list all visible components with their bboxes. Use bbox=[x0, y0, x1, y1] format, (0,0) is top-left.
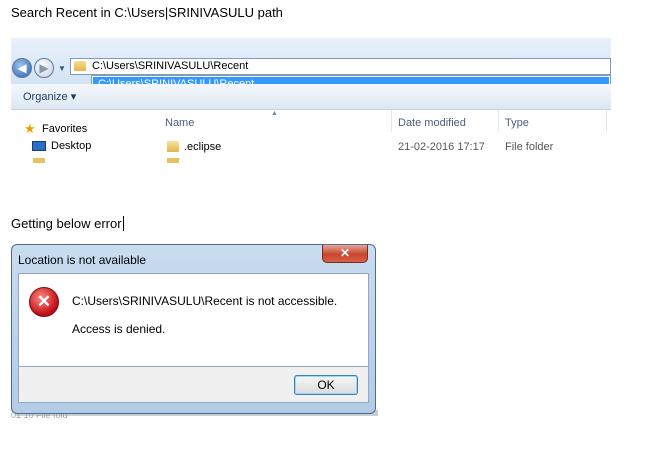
close-icon: ✕ bbox=[339, 246, 351, 260]
doc-line-error: Getting below error bbox=[11, 216, 124, 231]
text-cursor bbox=[122, 216, 124, 231]
doc-line-error-text: Getting below error bbox=[11, 216, 122, 231]
folder-icon bbox=[167, 141, 179, 152]
back-arrow-icon[interactable]: ◀ bbox=[12, 58, 32, 78]
column-divider[interactable] bbox=[498, 110, 499, 132]
forward-arrow-icon[interactable]: ▶ bbox=[34, 58, 54, 78]
column-header-name[interactable]: Name bbox=[165, 117, 194, 129]
error-message: C:\Users\SRINIVASULU\Recent is not acces… bbox=[72, 294, 338, 308]
nav-item-favorites[interactable]: Favorites bbox=[42, 123, 87, 135]
dialog-title: Location is not available bbox=[18, 253, 147, 267]
address-input[interactable]: C:\Users\SRINIVASULU\Recent bbox=[92, 60, 248, 72]
explorer-window-screenshot: ◀ ▶ ▼ C:\Users\SRINIVASULU\Recent C:\Use… bbox=[11, 38, 611, 163]
folder-icon bbox=[167, 158, 179, 163]
error-icon: ✕ bbox=[29, 287, 59, 317]
error-dialog-screenshot: 01 10 File fold Location is not availabl… bbox=[11, 244, 380, 419]
sort-arrow-icon: ▲ bbox=[271, 110, 278, 117]
error-dialog: Location is not available ✕ ✕ C:\Users\S… bbox=[11, 244, 376, 414]
nav-item-desktop[interactable]: Desktop bbox=[51, 140, 91, 152]
column-header-type[interactable]: Type bbox=[505, 117, 529, 129]
close-button[interactable]: ✕ bbox=[322, 245, 368, 263]
star-icon: ★ bbox=[24, 121, 36, 136]
file-list: ▲ Name Date modified Type .eclipse 21-02… bbox=[151, 110, 611, 163]
command-bar: Organize ▾ bbox=[11, 84, 611, 110]
column-divider[interactable] bbox=[606, 110, 607, 132]
column-header-date[interactable]: Date modified bbox=[398, 117, 466, 129]
ok-button[interactable]: OK bbox=[294, 375, 358, 395]
navigation-pane: ★ Favorites Desktop bbox=[11, 110, 151, 163]
history-dropdown-icon[interactable]: ▼ bbox=[58, 64, 66, 73]
dialog-body: ✕ C:\Users\SRINIVASULU\Recent is not acc… bbox=[18, 273, 369, 367]
column-divider[interactable] bbox=[391, 110, 392, 132]
file-date: 21-02-2016 17:17 bbox=[398, 141, 485, 153]
file-name[interactable]: .eclipse bbox=[184, 141, 221, 153]
folder-icon bbox=[33, 158, 45, 163]
error-detail: Access is denied. bbox=[72, 322, 166, 336]
desktop-icon bbox=[32, 141, 46, 151]
dialog-footer: OK bbox=[18, 367, 369, 403]
address-bar[interactable]: C:\Users\SRINIVASULU\Recent bbox=[70, 58, 611, 75]
folder-icon bbox=[74, 61, 86, 71]
file-type: File folder bbox=[505, 141, 554, 153]
organize-button[interactable]: Organize ▾ bbox=[23, 90, 76, 103]
doc-line-search: Search Recent in C:\Users|SRINIVASULU pa… bbox=[11, 5, 283, 20]
